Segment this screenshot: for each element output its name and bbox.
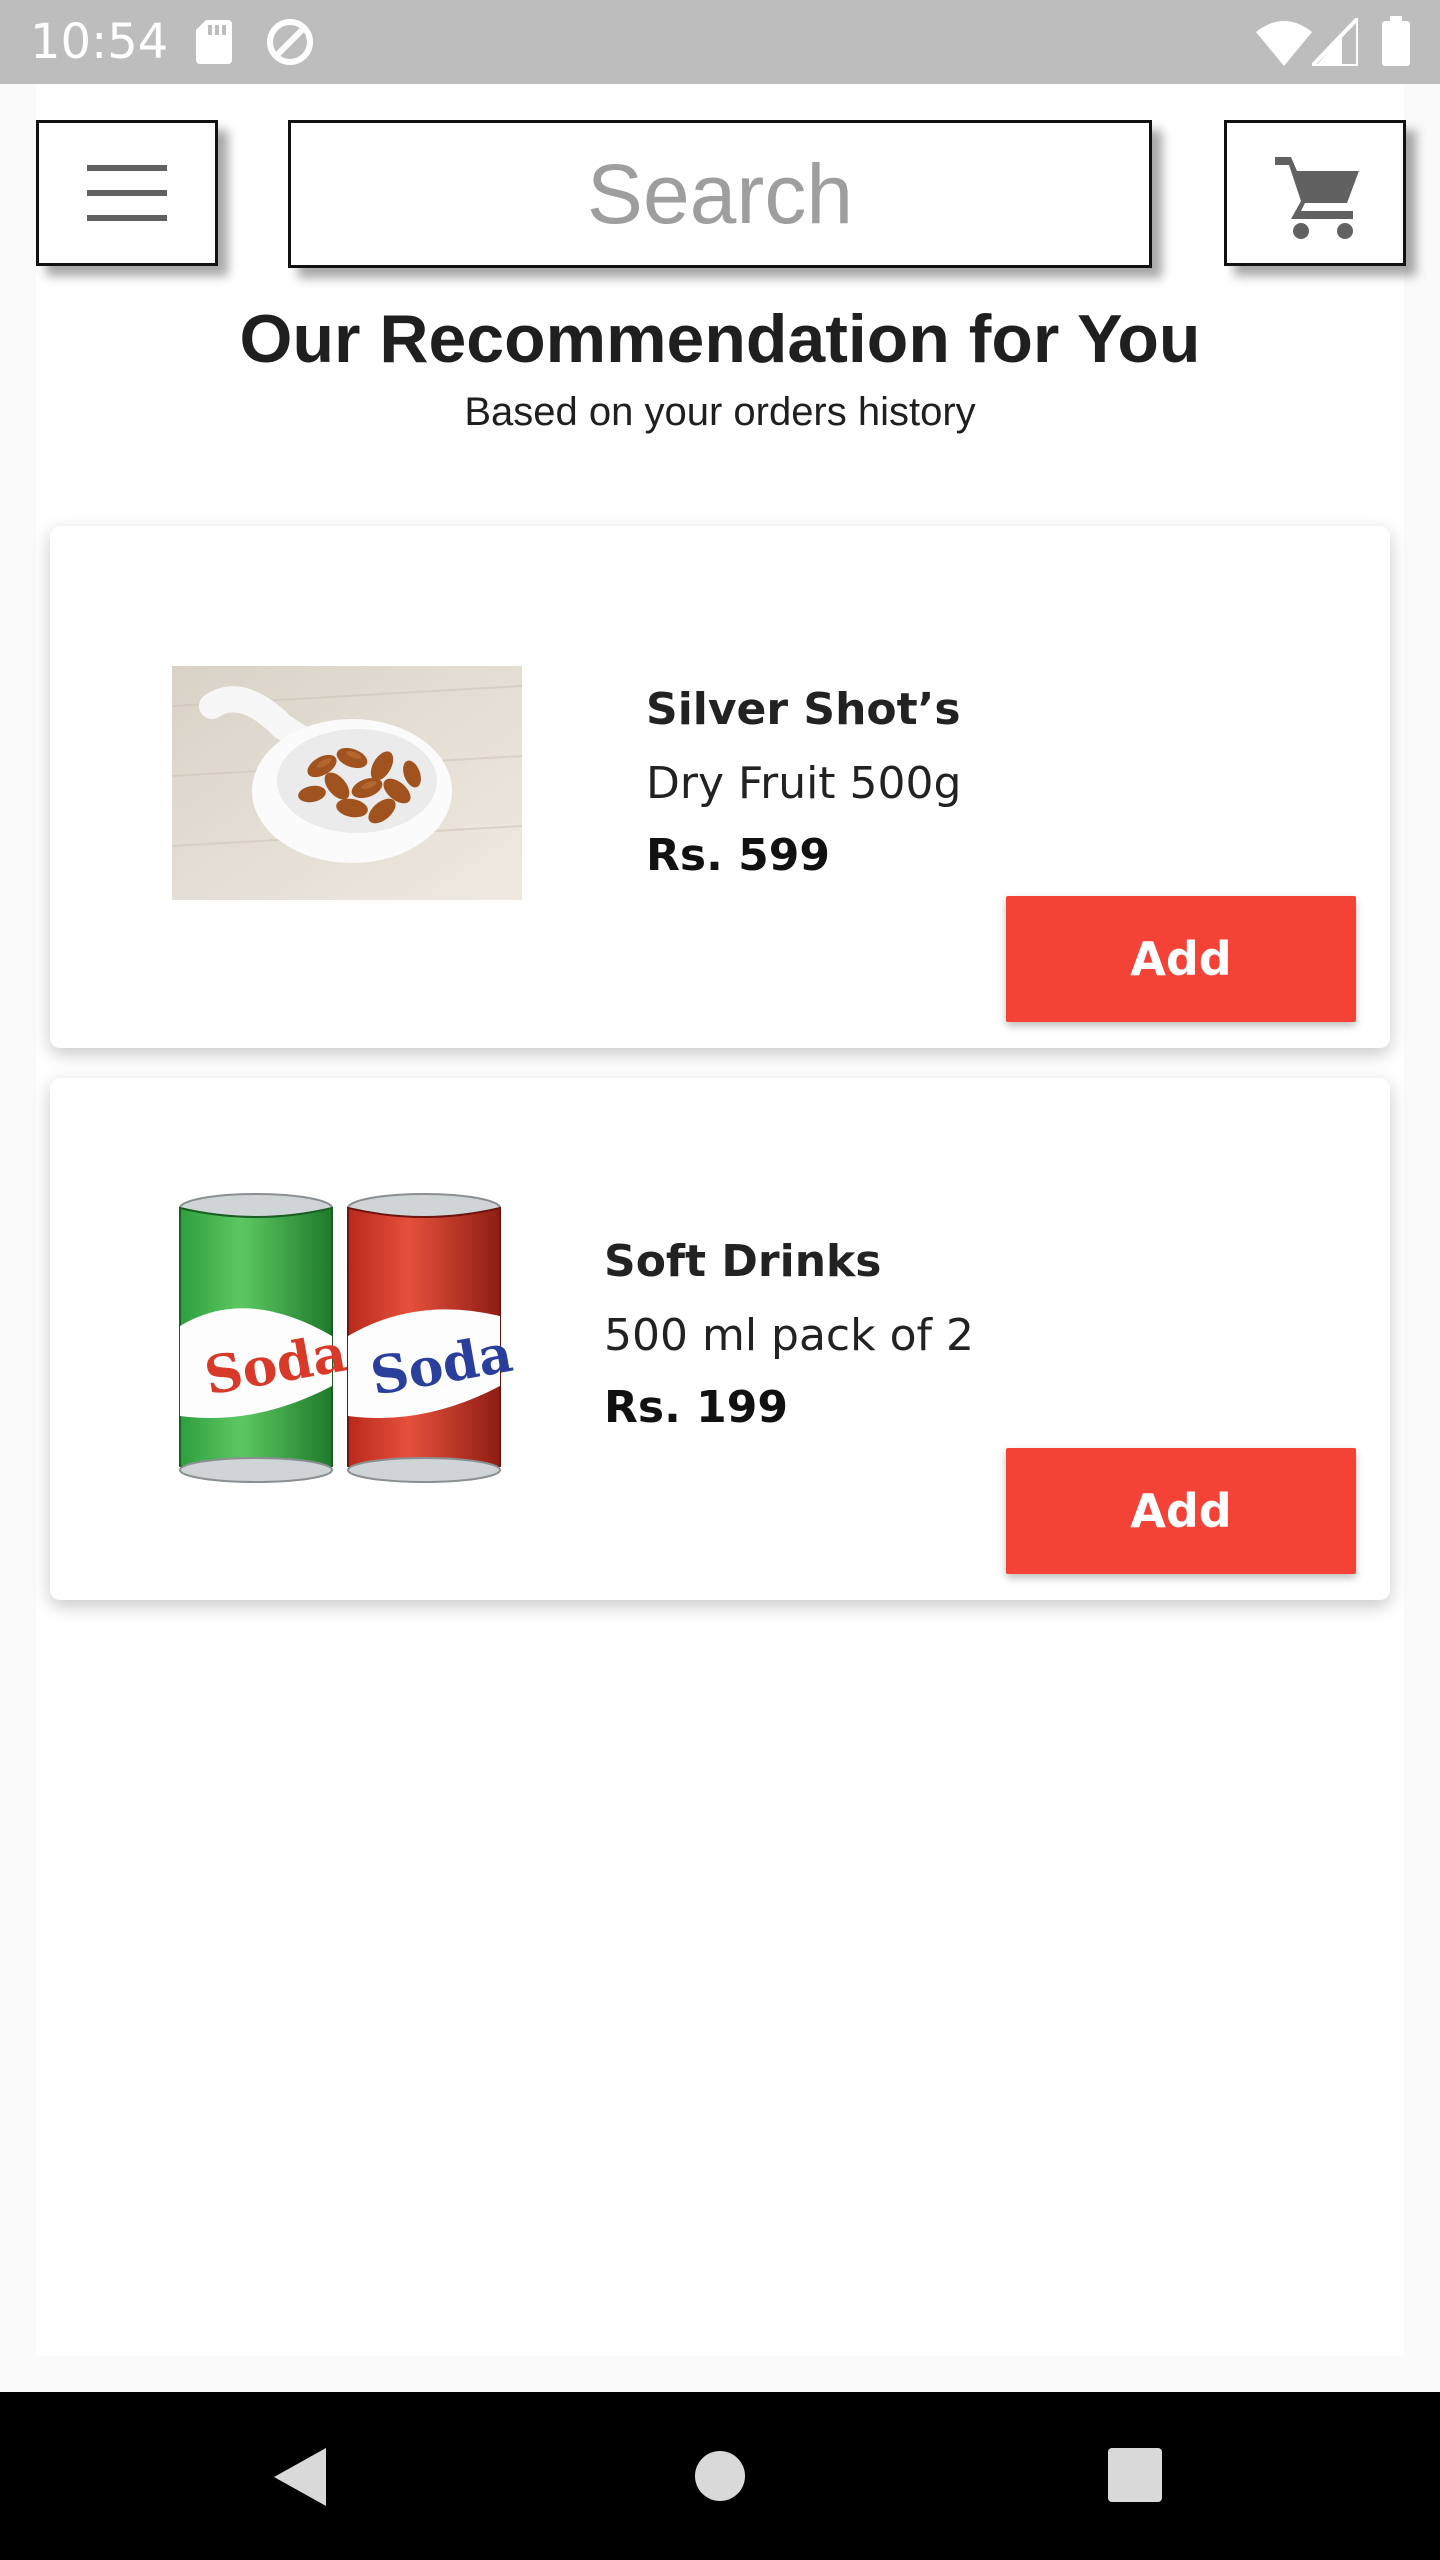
product-card: Silver Shot’s Dry Fruit 500g Rs. 599 Add: [50, 526, 1390, 1048]
home-icon[interactable]: [694, 2450, 746, 2502]
soda-cans-image: Soda Soda: [179, 1193, 516, 1483]
product-name: Soft Drinks: [604, 1236, 882, 1287]
sd-card-icon: [196, 20, 232, 64]
menu-button[interactable]: [36, 120, 218, 266]
recents-icon[interactable]: [1108, 2448, 1162, 2502]
status-bar: 10:54: [0, 0, 1440, 84]
wifi-icon: [1256, 21, 1312, 66]
sync-icon: [267, 19, 313, 65]
add-to-cart-button[interactable]: Add: [1006, 896, 1356, 1022]
product-price: Rs. 599: [646, 830, 830, 881]
cart-button[interactable]: [1224, 120, 1406, 266]
add-to-cart-button[interactable]: Add: [1006, 1448, 1356, 1574]
signal-icon: [1312, 18, 1358, 66]
product-description: Dry Fruit 500g: [646, 758, 962, 809]
product-name: Silver Shot’s: [646, 684, 961, 735]
shopping-cart-icon: [1275, 157, 1359, 239]
status-time: 10:54: [30, 14, 169, 70]
navigation-bar: [0, 2392, 1440, 2560]
search-box: [288, 120, 1152, 268]
hamburger-menu-icon: [87, 165, 167, 221]
product-card: Soda Soda Soft Drinks 500 ml pack of 2 R…: [50, 1078, 1390, 1600]
page-title: Our Recommendation for You: [239, 301, 1201, 377]
almonds-image: [172, 666, 522, 900]
back-icon[interactable]: [270, 2444, 330, 2510]
search-input[interactable]: [291, 122, 1149, 266]
product-price: Rs. 199: [604, 1382, 788, 1433]
page-subtitle: Based on your orders history: [464, 390, 976, 434]
battery-icon: [1382, 16, 1410, 66]
product-description: 500 ml pack of 2: [604, 1310, 974, 1361]
